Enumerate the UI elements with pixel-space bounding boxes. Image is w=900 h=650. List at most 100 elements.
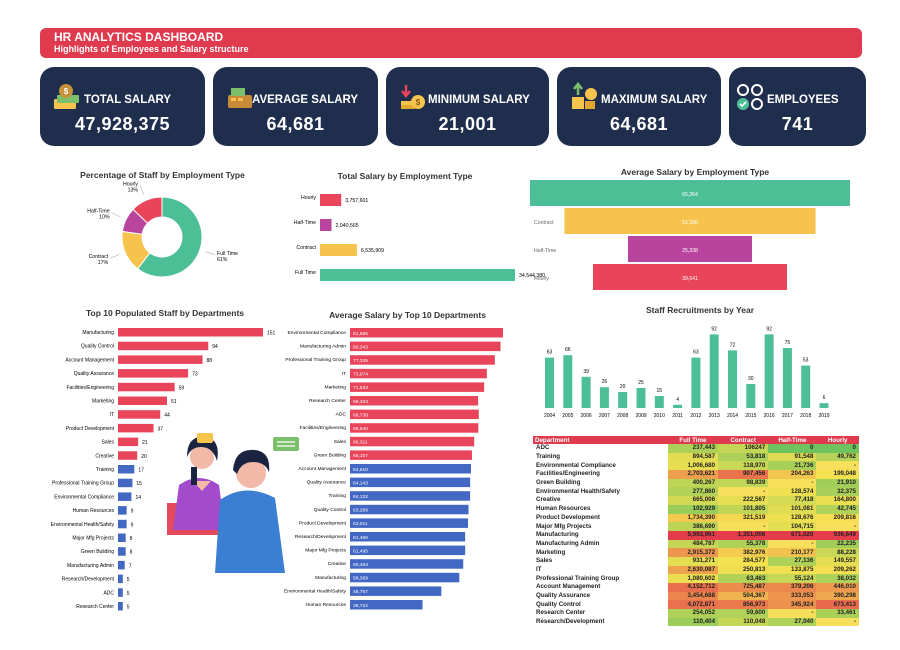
kpi-value: 741 — [781, 114, 814, 134]
bar — [118, 465, 135, 474]
bar — [118, 451, 138, 460]
kpi-average-salary: AVERAGE SALARY 64,681 — [213, 67, 378, 146]
column-bar — [782, 348, 792, 408]
column-bar — [728, 350, 737, 408]
table-cell-value: - — [816, 617, 859, 627]
bar-category-label: Professional Training Group — [285, 357, 346, 363]
kpi-total-salary: $ TOTAL SALARY 47,928,375 — [40, 67, 205, 146]
bar-category-label: Marketing — [92, 399, 114, 405]
table-row: Research Center 254,052 59,600-33,461 — [533, 609, 859, 618]
bar-category-label: Professional Training Group — [52, 481, 114, 487]
bar — [118, 519, 127, 529]
table-cell-department: Environmental Health/Safety — [533, 487, 668, 497]
table-header-row: Department Full Time Contract Half-Time Hour… — [533, 436, 859, 444]
column-bar — [746, 384, 756, 408]
bar-value-label: 9 — [131, 522, 134, 528]
coins-down-icon: $ — [401, 85, 425, 109]
table-cell-department: Training — [533, 452, 668, 462]
table-column-header: Half-Time — [768, 436, 817, 444]
column-value-label: 4 — [676, 397, 679, 403]
table-cell-department: Sales — [533, 556, 668, 566]
table-row: Product Development 1,734,390 321,519 128,6… — [533, 513, 859, 523]
table-cell-value: 321,519 — [718, 513, 769, 523]
column-value-label: 30 — [748, 376, 754, 382]
bar — [350, 368, 487, 379]
bar-value-label: 71,633 — [353, 385, 368, 391]
column-bar — [654, 396, 664, 408]
table-cell-value: 42,745 — [816, 504, 859, 514]
table-cell-value: - — [816, 461, 859, 471]
table-cell-department: Marketing — [533, 548, 668, 557]
table-cell-value: 484,787 — [667, 539, 719, 549]
table-cell-department: Green Building — [533, 478, 668, 488]
bar — [118, 574, 123, 584]
bar-category-label: Environmental Compliance — [288, 330, 347, 336]
table-cell-value: 209,262 — [816, 565, 859, 575]
bar — [350, 477, 471, 488]
table-cell-department: Manufacturing — [533, 530, 668, 540]
table-row: Green Building 400,267 98,839-21,910 — [533, 478, 859, 488]
column-value-label: 72 — [730, 342, 736, 348]
bar — [350, 518, 469, 528]
bar-category-label: ADC — [103, 590, 114, 596]
table-cell-value: 931,271 — [667, 556, 719, 566]
column-value-label: 15 — [657, 388, 663, 394]
table-row: Facilities/Engineering 2,703,621 907,456 20… — [533, 470, 859, 479]
bar-category-label: Marketing — [325, 384, 347, 390]
bar-value-label: 68,738 — [353, 412, 368, 418]
table-row: Sales 931,271 284,577 27,136 149,557 — [533, 556, 859, 566]
bar-value-label: 37 — [158, 426, 164, 432]
column-bar — [691, 357, 701, 408]
table-row: Manufacturing 5,993,961 1,351,006 671,020 93… — [533, 530, 859, 540]
bar-category-label: Environmental Compliance — [54, 494, 114, 500]
table-cell-department: Quality Control — [533, 600, 668, 610]
table-cell-value: 254,052 — [667, 609, 719, 618]
table-cell-value: 164,800 — [816, 496, 859, 505]
bar-value-label: 60,463 — [353, 562, 368, 568]
bar — [118, 560, 125, 570]
funnel-category-label: Half-Time — [534, 248, 556, 254]
bar — [118, 492, 132, 501]
bar-category-label: Human Resources — [73, 508, 115, 514]
bar — [118, 533, 126, 542]
table-cell-value: 894,587 — [667, 452, 719, 462]
bar-value-label: 14 — [135, 495, 141, 501]
column-bar — [599, 387, 609, 408]
table-row: IT 2,630,087 250,813 133,875 209,262 — [533, 565, 859, 575]
donut-label: Full Time 61% — [217, 251, 238, 263]
bar-value-label: 44 — [164, 413, 170, 419]
table-cell-value: 284,577 — [718, 556, 769, 566]
column-value-label: 92 — [711, 326, 717, 332]
donut-leader-line — [111, 212, 121, 218]
bar-value-label: 5 — [127, 605, 130, 611]
table-cell-value: 2,703,621 — [667, 470, 719, 479]
table-cell-value: - — [768, 478, 817, 488]
kpi-label: MINIMUM SALARY — [428, 94, 530, 106]
bar-value-label: 68,403 — [353, 399, 368, 405]
table-cell-value: 345,924 — [768, 600, 817, 610]
table-row: Creative 665,006 222,567 77,418 164,800 — [533, 496, 859, 505]
bar — [118, 437, 139, 447]
bar — [118, 328, 263, 337]
bar — [350, 382, 485, 392]
table-cell-department: Facilities/Engineering — [533, 470, 668, 479]
bar — [350, 409, 479, 420]
bar-value-label: 20 — [141, 454, 147, 460]
kpi-value: 21,001 — [438, 114, 497, 134]
table-cell-value: 5,993,961 — [667, 530, 719, 540]
dashboard-header: HR ANALYTICS DASHBOARD Highlights of Emp… — [40, 28, 862, 58]
table-cell-value: 1,006,680 — [667, 461, 719, 471]
bar-value-label: 64,610 — [353, 467, 368, 473]
table-cell-value: 101,081 — [768, 504, 817, 514]
bar-value-label: 59 — [179, 385, 185, 391]
bar-category-label: Quality Control — [314, 507, 346, 513]
bar-category-label: Product Development — [66, 426, 115, 432]
coins-up-icon — [572, 81, 597, 109]
table-cell-value: 110,048 — [718, 617, 769, 627]
bar — [118, 355, 203, 364]
bar-category-label: IT — [110, 412, 114, 418]
column-value-label: 66 — [565, 347, 571, 353]
table-cell-value: 91,548 — [768, 452, 817, 462]
table-cell-department: Human Resources — [533, 504, 668, 514]
table-row: Marketing 2,915,372 382,976 210,177 88,228 — [533, 548, 859, 557]
